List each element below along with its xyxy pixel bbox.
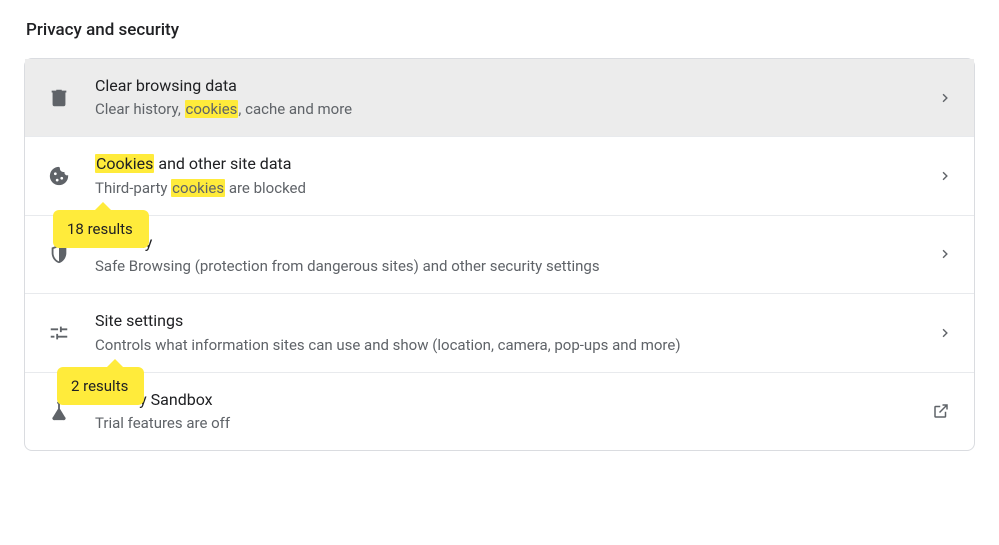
row-title: Site settings <box>95 310 924 332</box>
settings-card: Clear browsing dataClear history, cookie… <box>24 58 975 451</box>
settings-row[interactable]: Clear browsing dataClear history, cookie… <box>25 59 974 136</box>
settings-row[interactable]: Cookies and other site data Third-party c… <box>25 136 974 214</box>
cookie-icon <box>47 164 71 188</box>
settings-row[interactable]: Privacy SandboxTrial features are off2 r… <box>25 372 974 450</box>
search-results-bubble: 18 results <box>53 210 149 248</box>
chevron-right-icon <box>940 171 950 181</box>
row-subtitle: Third-party cookies are blocked <box>95 178 924 199</box>
external-link-icon <box>932 402 950 420</box>
trash-icon <box>47 86 71 110</box>
row-title: Privacy Sandbox <box>95 389 916 411</box>
row-text: Cookies and other site data Third-party c… <box>95 153 924 198</box>
search-highlight: Cookies <box>95 154 154 173</box>
chevron-right-icon <box>940 328 950 338</box>
row-text: Privacy SandboxTrial features are off <box>95 389 916 434</box>
settings-row[interactable]: Site settings Controls what information s… <box>25 293 974 371</box>
row-subtitle: Controls what information sites can use … <box>95 335 924 356</box>
section-title: Privacy and security <box>26 20 975 40</box>
row-title: Clear browsing data <box>95 75 924 97</box>
chevron-right-icon <box>940 93 950 103</box>
search-highlight: cookies <box>171 179 225 197</box>
row-text: Site settings Controls what information s… <box>95 310 924 355</box>
row-subtitle: Clear history, cookies, cache and more <box>95 99 924 120</box>
search-results-bubble: 2 results <box>57 367 144 405</box>
row-text: Clear browsing dataClear history, cookie… <box>95 75 924 120</box>
search-highlight: cookies <box>185 100 239 118</box>
row-title: Cookies and other site data <box>95 153 924 175</box>
chevron-right-icon <box>940 249 950 259</box>
row-title: Security <box>95 232 924 254</box>
row-subtitle: Safe Browsing (protection from dangerous… <box>95 256 924 277</box>
settings-row[interactable]: SecuritySafe Browsing (protection from d… <box>25 215 974 293</box>
row-subtitle: Trial features are off <box>95 413 916 434</box>
sliders-icon <box>47 321 71 345</box>
row-text: SecuritySafe Browsing (protection from d… <box>95 232 924 277</box>
